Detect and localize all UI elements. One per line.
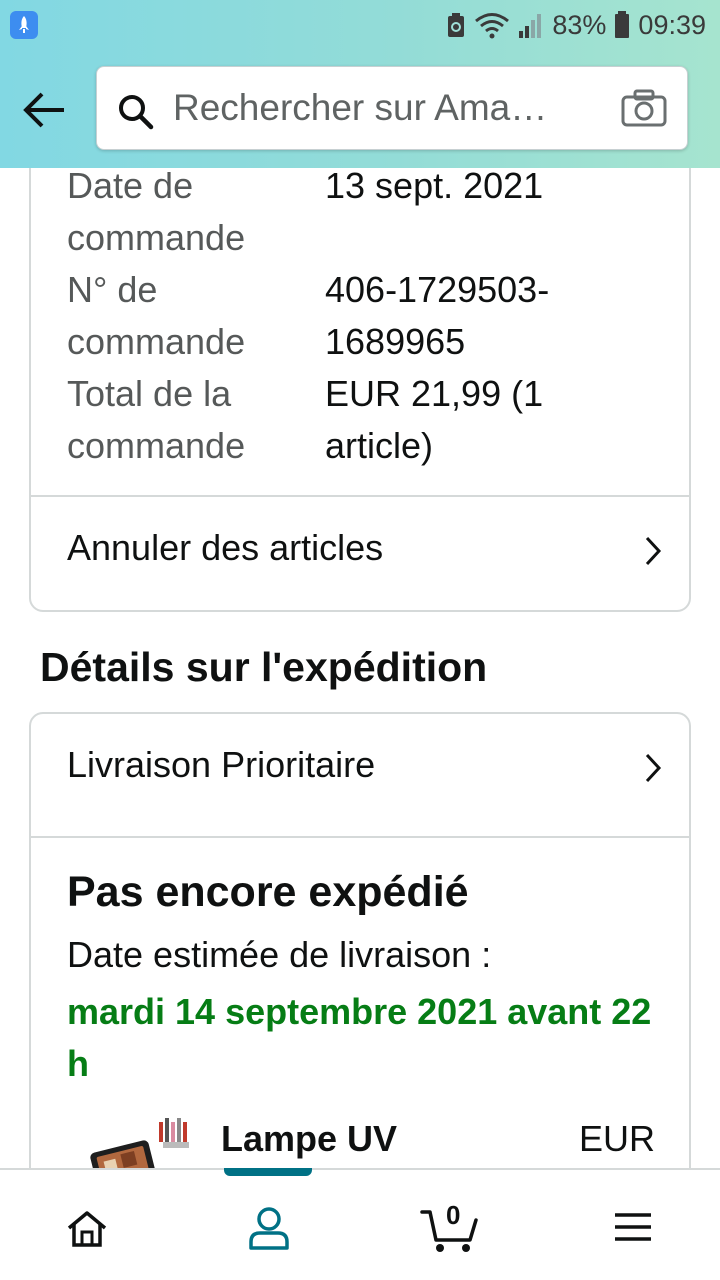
- cancel-items-link[interactable]: Annuler des articles: [31, 497, 689, 609]
- hamburger-menu-icon: [615, 1213, 651, 1241]
- order-total-value: EUR 21,99 (1 article): [325, 373, 544, 466]
- nav-home[interactable]: [0, 1170, 180, 1280]
- signal-icon: [519, 14, 542, 38]
- status-bar: 83% 09:39: [0, 0, 720, 50]
- cancel-items-label: Annuler des articles: [67, 527, 384, 568]
- battery-icon: [615, 11, 630, 38]
- clock: 09:39: [638, 9, 706, 40]
- cart-count-badge: 0: [446, 1200, 461, 1230]
- person-icon: [249, 1207, 289, 1250]
- home-icon: [67, 1211, 107, 1247]
- shipping-section-title: Détails sur l'expédition: [40, 644, 488, 690]
- shipment-card: Livraison Prioritaire Pas encore expédié…: [29, 712, 691, 1168]
- product-image[interactable]: [67, 1110, 197, 1168]
- product-price: EUR: [578, 1118, 655, 1159]
- nav-account[interactable]: [180, 1170, 360, 1280]
- chevron-right-icon: [645, 753, 662, 783]
- nav-menu[interactable]: [540, 1170, 720, 1280]
- battery-saver-icon: [448, 13, 465, 37]
- product-name[interactable]: Lampe UV: [221, 1118, 397, 1160]
- camera-icon[interactable]: [621, 89, 667, 127]
- order-number-label: N° de commande: [67, 269, 246, 362]
- app-header: 83% 09:39 Rechercher sur Ama…: [0, 0, 720, 168]
- order-summary-card: Date de commande 13 sept. 2021 N° de com…: [29, 100, 691, 612]
- divider: [31, 836, 689, 838]
- order-date-label: Date de commande: [67, 165, 246, 258]
- bottom-navigation: 0: [0, 1168, 720, 1280]
- order-details-content: Date de commande 13 sept. 2021 N° de com…: [0, 0, 720, 1168]
- rocket-icon: [19, 16, 29, 33]
- wifi-icon: [475, 13, 510, 39]
- app-notification-icon: [10, 11, 38, 39]
- estimated-delivery-date: mardi 14 septembre 2021 avant 22 h: [67, 991, 652, 1084]
- order-total-label: Total de la commande: [67, 373, 246, 466]
- delivery-option-link[interactable]: Livraison Prioritaire: [31, 714, 689, 826]
- order-number-value: 406-1729503-1689965: [325, 269, 550, 362]
- nav-cart[interactable]: 0: [360, 1170, 540, 1280]
- delivery-option-label: Livraison Prioritaire: [67, 744, 376, 785]
- search-placeholder: Rechercher sur Ama…: [173, 87, 548, 128]
- chevron-right-icon: [645, 536, 662, 566]
- status-indicators: 83% 09:39: [446, 8, 706, 42]
- estimated-delivery-label: Date estimée de livraison :: [67, 934, 492, 975]
- search-icon: [119, 95, 154, 130]
- back-arrow-icon[interactable]: [22, 90, 68, 130]
- battery-percent: 83%: [552, 9, 607, 40]
- shipment-status: Pas encore expédié: [67, 868, 469, 916]
- search-input[interactable]: Rechercher sur Ama…: [96, 66, 688, 150]
